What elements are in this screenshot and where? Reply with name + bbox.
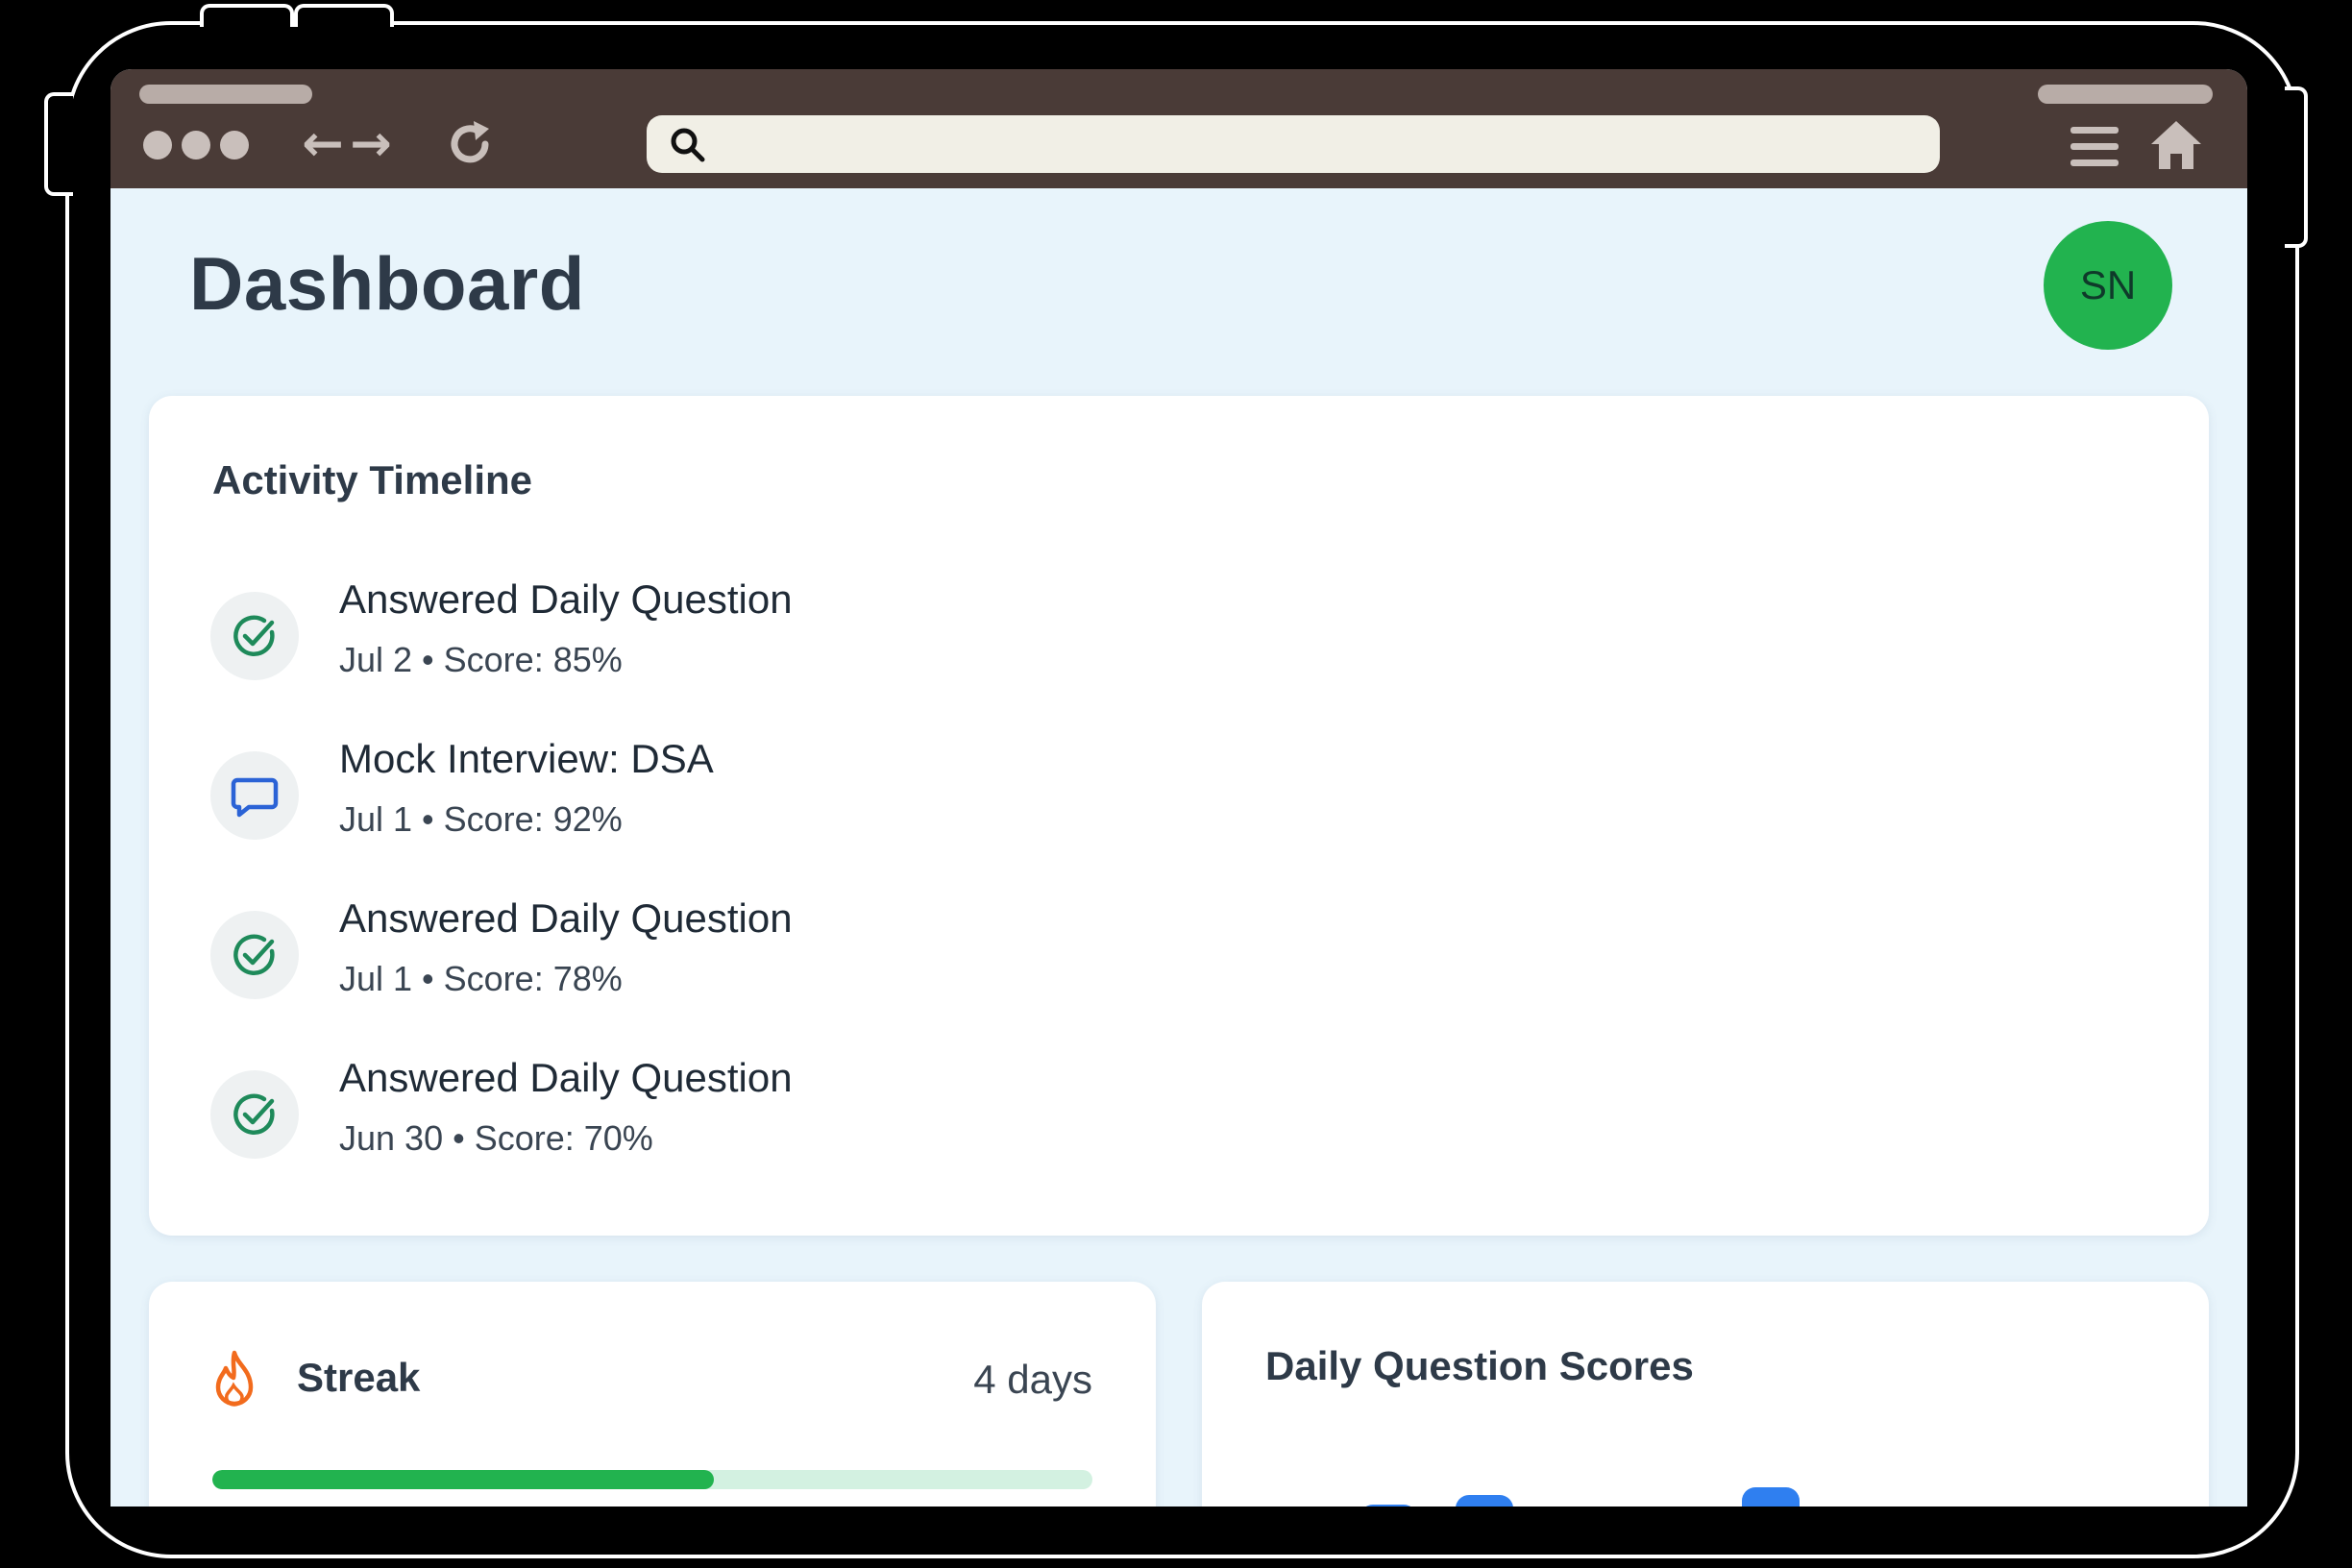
- timeline-item[interactable]: Mock Interview: DSA Jul 1 • Score: 92%: [210, 736, 1363, 851]
- forward-arrow-icon[interactable]: →: [347, 119, 395, 169]
- window-controls-icon[interactable]: [143, 131, 249, 159]
- streak-value: 4 days: [973, 1357, 1092, 1402]
- reload-icon[interactable]: [443, 115, 501, 173]
- timeline-item-title: Mock Interview: DSA: [339, 736, 714, 781]
- device-top-button: [200, 4, 294, 27]
- device-top-button: [294, 4, 394, 27]
- timeline-item-meta: Jun 30 • Score: 70%: [339, 1118, 653, 1158]
- timeline-item-meta: Jul 2 • Score: 85%: [339, 640, 623, 679]
- device-side-button: [44, 92, 73, 196]
- check-circle-icon: [233, 934, 275, 975]
- timeline-item-title: Answered Daily Question: [339, 895, 793, 941]
- home-icon[interactable]: [2149, 119, 2203, 171]
- url-input[interactable]: [723, 123, 1919, 167]
- timeline-item[interactable]: Answered Daily Question Jun 30 • Score: …: [210, 1055, 1363, 1170]
- flame-icon: [215, 1350, 254, 1407]
- timeline-item-meta: Jul 1 • Score: 78%: [339, 959, 623, 998]
- page-title: Dashboard: [189, 241, 585, 326]
- avatar[interactable]: SN: [2044, 221, 2172, 350]
- score-bar[interactable]: [1456, 1495, 1513, 1507]
- streak-progress-fill: [212, 1470, 715, 1489]
- score-bar[interactable]: [1360, 1505, 1417, 1507]
- tab-indicator: [139, 85, 312, 104]
- check-circle-icon: [210, 911, 299, 999]
- check-circle-icon: [210, 1070, 299, 1159]
- timeline-item[interactable]: Answered Daily Question Jul 2 • Score: 8…: [210, 576, 1363, 692]
- daily-scores-card: Daily Question Scores: [1202, 1282, 2209, 1507]
- menu-icon[interactable]: [2069, 123, 2120, 171]
- timeline-item-title: Answered Daily Question: [339, 1055, 793, 1100]
- timeline-item[interactable]: Answered Daily Question Jul 1 • Score: 7…: [210, 895, 1363, 1011]
- screen: ← → Dashboard SN Activity Timeline Answe…: [110, 69, 2247, 1507]
- streak-progress-bar: [212, 1470, 1092, 1489]
- address-bar[interactable]: [647, 115, 1940, 173]
- browser-toolbar: ← →: [110, 69, 2247, 188]
- window-dot[interactable]: [182, 131, 210, 159]
- card-title: Activity Timeline: [212, 457, 533, 502]
- chat-bubble-icon: [231, 777, 279, 818]
- check-circle-icon: [233, 615, 275, 656]
- nav-arrows: ← →: [299, 119, 395, 169]
- check-circle-icon: [210, 592, 299, 680]
- timeline-item-meta: Jul 1 • Score: 92%: [339, 799, 623, 839]
- tab-indicator: [2038, 85, 2213, 104]
- window-dot[interactable]: [220, 131, 249, 159]
- card-title: Daily Question Scores: [1265, 1343, 1694, 1388]
- card-title: Streak: [297, 1355, 421, 1400]
- window-dot[interactable]: [143, 131, 172, 159]
- check-circle-icon: [233, 1093, 275, 1135]
- timeline-item-title: Answered Daily Question: [339, 576, 793, 622]
- back-arrow-icon[interactable]: ←: [299, 119, 347, 169]
- streak-card: Streak 4 days: [149, 1282, 1156, 1507]
- score-bar[interactable]: [1742, 1487, 1800, 1507]
- chat-bubble-icon: [210, 751, 299, 840]
- activity-timeline-card: Activity Timeline Answered Daily Questio…: [149, 396, 2209, 1236]
- search-icon: [671, 128, 705, 162]
- device-side-button: [2285, 86, 2308, 248]
